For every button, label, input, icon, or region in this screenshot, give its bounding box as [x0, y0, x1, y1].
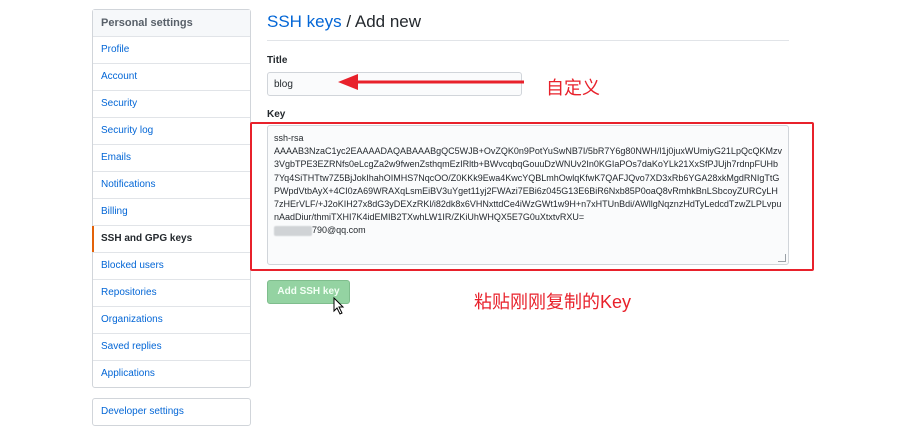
- sidebar-item-developer-settings[interactable]: Developer settings: [93, 399, 250, 425]
- sidebar-item-security-log[interactable]: Security log: [93, 118, 250, 145]
- key-label: Key: [267, 109, 286, 120]
- sidebar-item-organizations[interactable]: Organizations: [93, 307, 250, 334]
- sidebar-item-repositories[interactable]: Repositories: [93, 280, 250, 307]
- sidebar-item-ssh-gpg-keys[interactable]: SSH and GPG keys: [92, 226, 250, 253]
- page-title: SSH keys / Add new: [267, 12, 421, 32]
- annotation-highlight-box: [250, 122, 814, 271]
- title-label: Title: [267, 55, 288, 66]
- key-annotation: 粘贴刚刚复制的Key: [474, 292, 632, 312]
- mouse-cursor-icon: [333, 297, 345, 315]
- sidebar-item-emails[interactable]: Emails: [93, 145, 250, 172]
- sidebar-header: Personal settings: [93, 10, 250, 37]
- sidebar-item-blocked-users[interactable]: Blocked users: [93, 253, 250, 280]
- sidebar-item-billing[interactable]: Billing: [93, 199, 250, 226]
- sidebar-item-account[interactable]: Account: [93, 64, 250, 91]
- sidebar-item-profile[interactable]: Profile: [93, 37, 250, 64]
- sidebar-item-saved-replies[interactable]: Saved replies: [93, 334, 250, 361]
- breadcrumb-ssh-keys[interactable]: SSH keys: [267, 12, 342, 31]
- settings-sidebar: Personal settings Profile Account Securi…: [92, 9, 251, 388]
- developer-settings-box: Developer settings: [92, 398, 251, 426]
- annotation-arrow-icon: [338, 74, 524, 90]
- sidebar-item-notifications[interactable]: Notifications: [93, 172, 250, 199]
- sidebar-item-security[interactable]: Security: [93, 91, 250, 118]
- breadcrumb-separator: /: [341, 12, 355, 31]
- page-title-text: Add new: [354, 12, 422, 31]
- title-divider: [267, 40, 789, 41]
- title-annotation: 自定义: [546, 78, 600, 98]
- sidebar-item-applications[interactable]: Applications: [93, 361, 250, 387]
